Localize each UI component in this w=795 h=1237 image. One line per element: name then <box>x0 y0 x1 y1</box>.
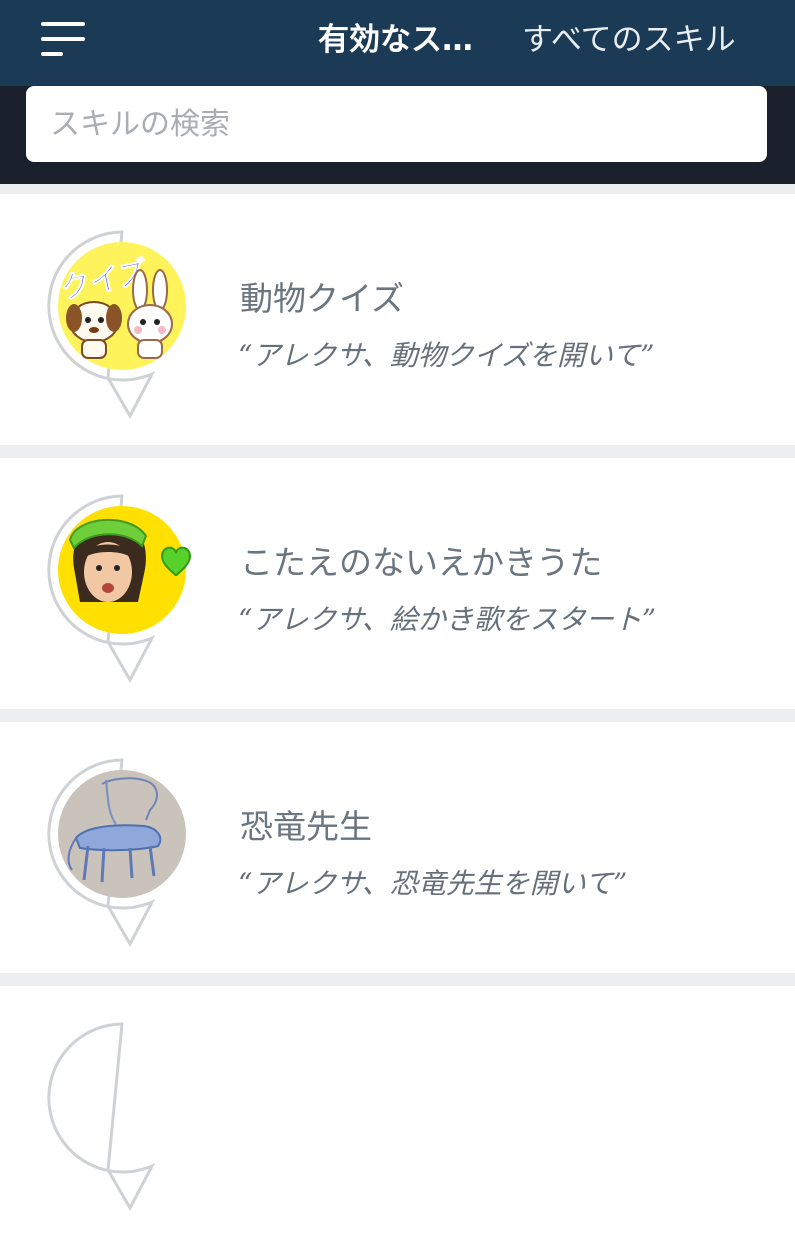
girl-with-heart-icon <box>47 494 192 684</box>
skill-name: 恐竜先生 <box>240 807 372 846</box>
skill-card-dinosaur-teacher[interactable]: 恐竜先生 “アレクサ、恐竜先生を開いて” <box>0 722 795 973</box>
animal-quiz-icon: クイズ <box>47 230 186 420</box>
skill-icon <box>47 1022 156 1212</box>
tab-enabled-skills[interactable]: 有効なス… <box>318 18 473 62</box>
skill-card-animal-quiz[interactable]: クイズ 動物クイズ “アレクサ、動物クイズを開いて” <box>0 194 795 445</box>
search-bar <box>0 86 795 184</box>
dinosaur-drawing-icon <box>47 758 186 948</box>
skill-invocation-phrase: “アレクサ、絵かき歌をスタート” <box>238 603 657 636</box>
skill-list: クイズ 動物クイズ “アレクサ、動物クイズを開いて” こたえのないえかきうた “… <box>0 184 795 1237</box>
skill-invocation-phrase: “アレクサ、動物クイズを開いて” <box>238 339 655 372</box>
skill-invocation-phrase: “アレクサ、恐竜先生を開いて” <box>238 867 628 900</box>
hamburger-menu-icon[interactable] <box>41 22 87 58</box>
top-bar: 有効なス… すべてのスキル <box>0 0 795 86</box>
skill-search-input[interactable] <box>26 86 767 162</box>
skill-card-drawing-song[interactable]: こたえのないえかきうた “アレクサ、絵かき歌をスタート” <box>0 458 795 709</box>
tab-all-skills[interactable]: すべてのスキル <box>522 18 736 62</box>
skill-name: 動物クイズ <box>240 279 405 318</box>
skill-name: こたえのないえかきうた <box>240 543 603 582</box>
